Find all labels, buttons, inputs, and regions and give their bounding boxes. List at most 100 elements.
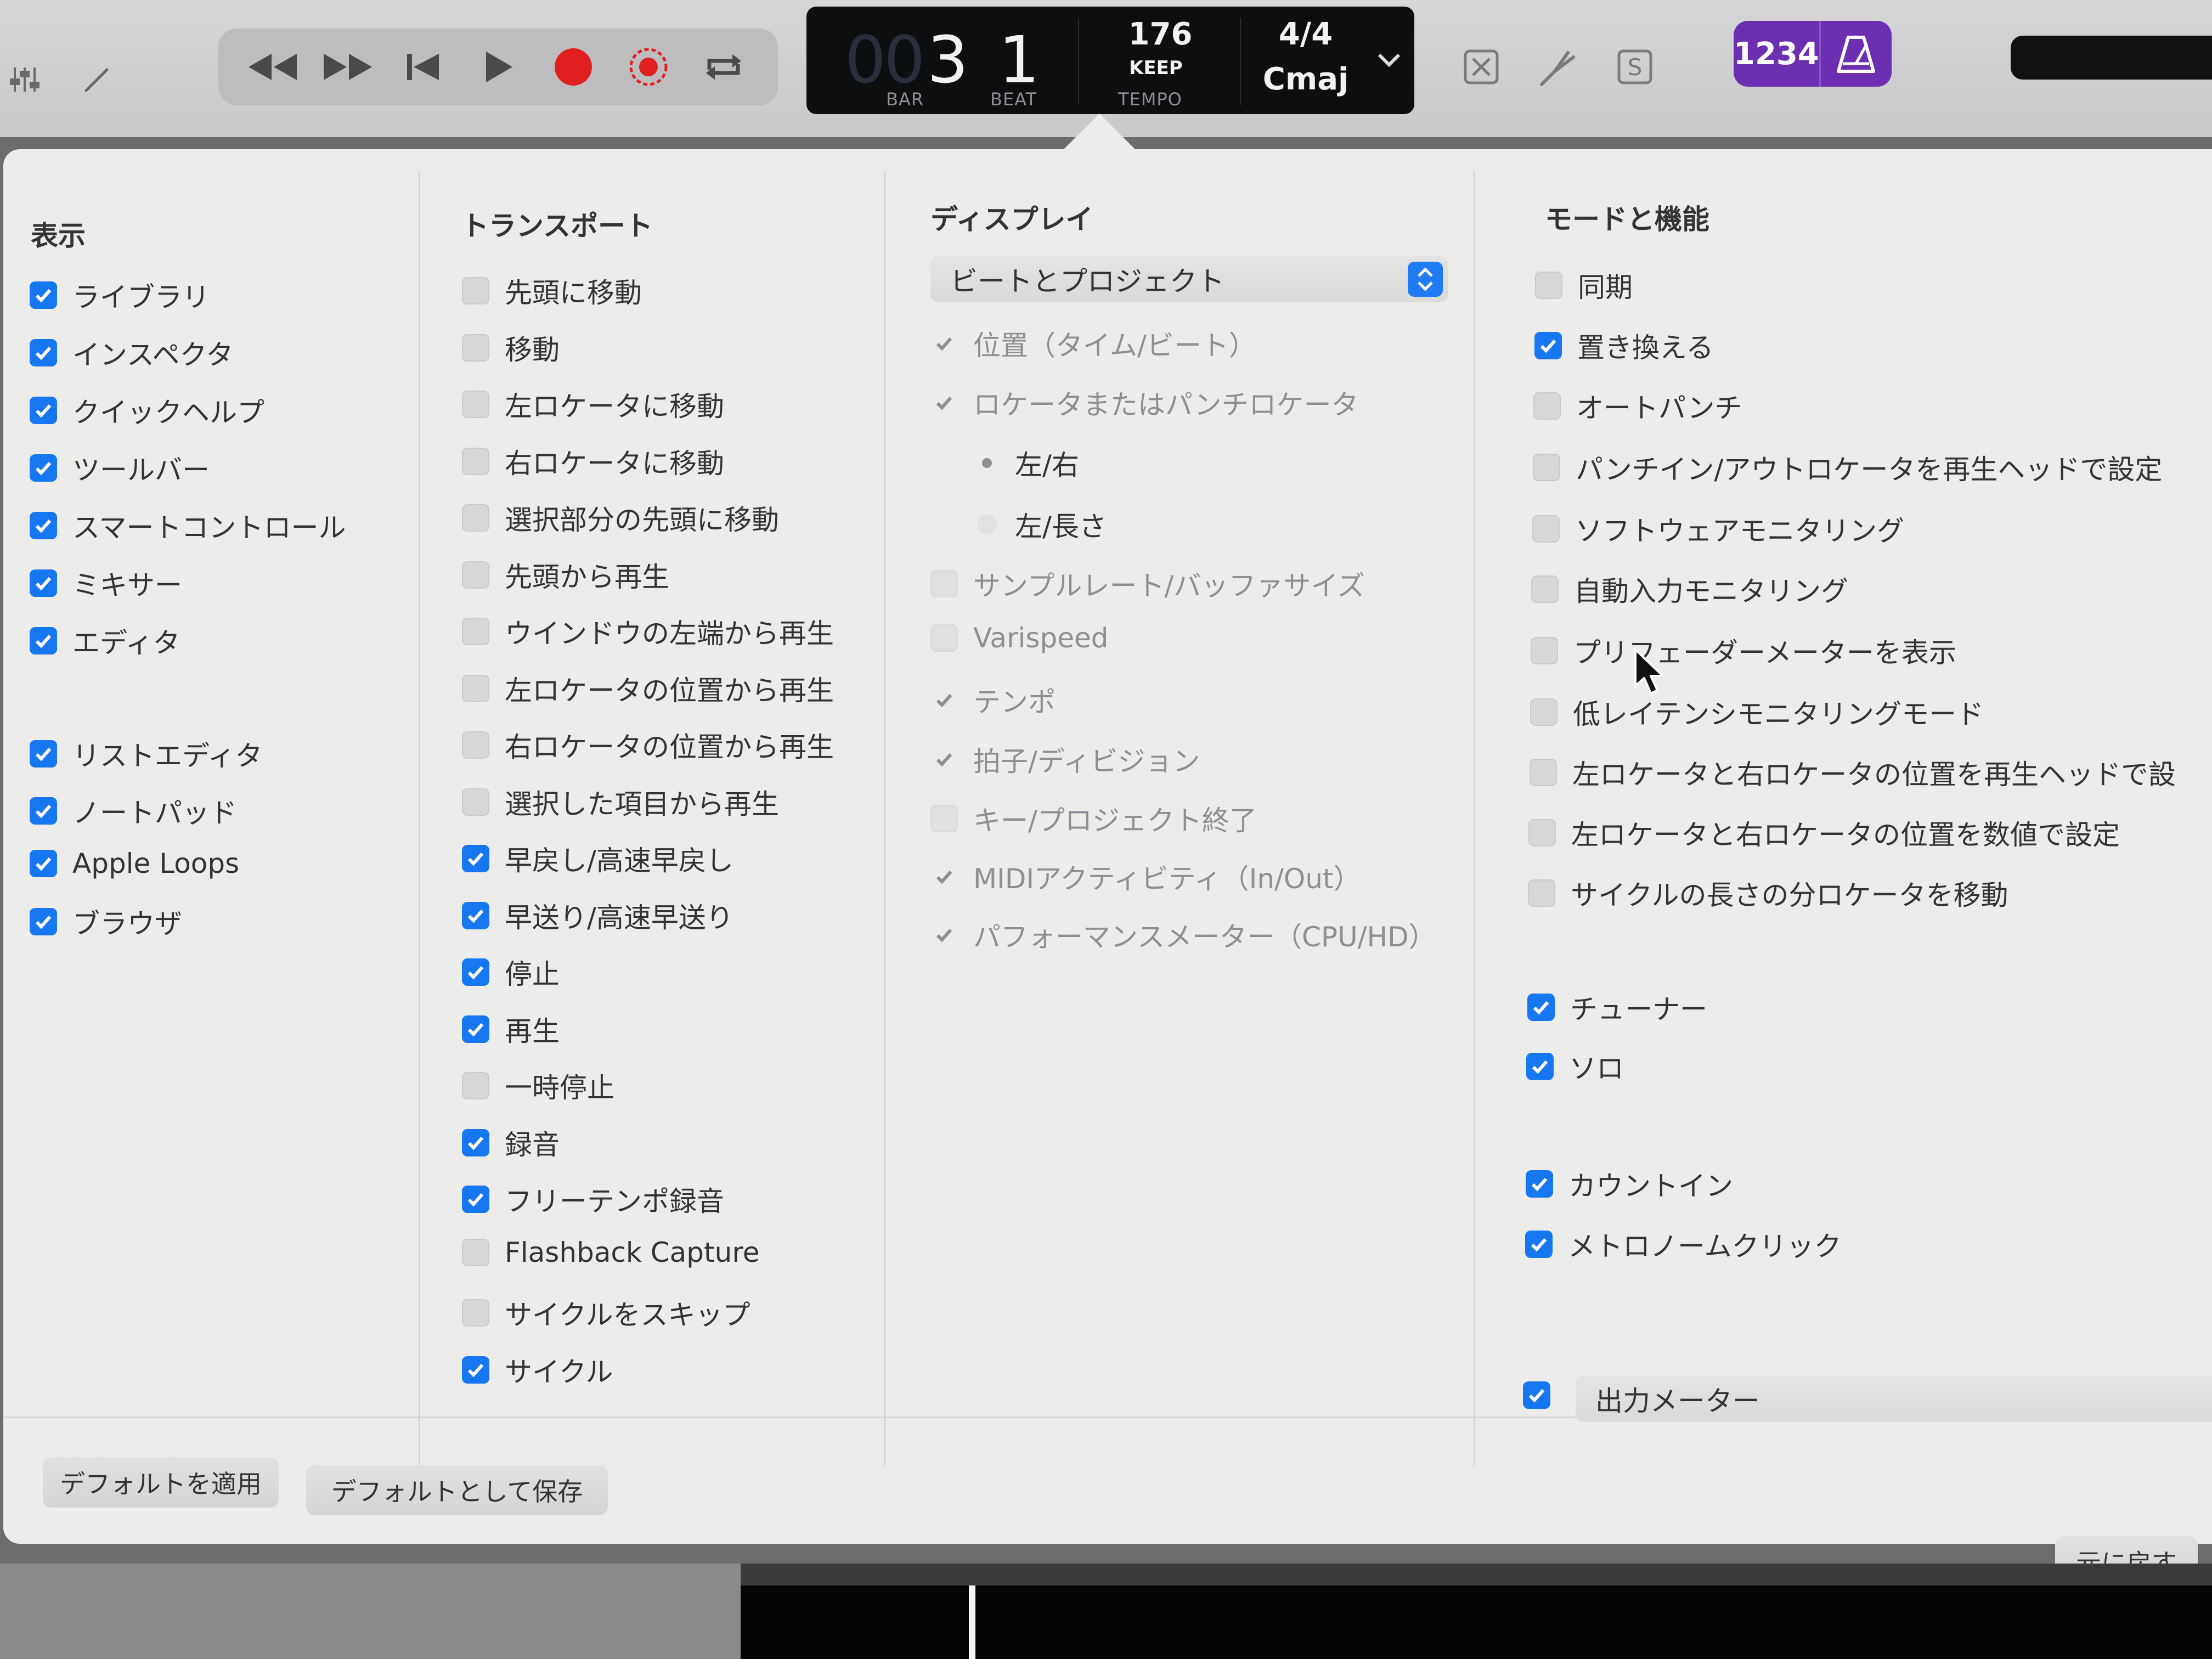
output-meter-option[interactable] xyxy=(1523,1381,1566,1409)
mode-option[interactable]: 同期 xyxy=(1535,266,1633,305)
record-button[interactable] xyxy=(543,37,603,97)
mode-option[interactable]: 低レイテンシモニタリングモード xyxy=(1530,692,1984,732)
checkbox[interactable] xyxy=(1528,819,1556,847)
count-in-button[interactable]: 1234 xyxy=(1734,21,1819,87)
output-meter-checkbox[interactable] xyxy=(1523,1381,1550,1409)
checkbox[interactable] xyxy=(30,512,57,539)
checkbox[interactable] xyxy=(462,1072,489,1099)
metronome-button[interactable] xyxy=(1819,21,1892,87)
checkbox[interactable] xyxy=(30,797,57,825)
checkbox[interactable] xyxy=(462,845,489,872)
checkbox[interactable] xyxy=(1535,272,1562,299)
mode-option[interactable]: パンチイン/アウトロケータを再生ヘッドで設定 xyxy=(1533,448,2162,487)
checkbox[interactable] xyxy=(1534,332,1562,359)
checkbox[interactable] xyxy=(30,397,57,424)
mode-option[interactable]: ソフトウェアモニタリング xyxy=(1532,509,1904,549)
checkbox[interactable] xyxy=(462,448,489,475)
cycle-button[interactable] xyxy=(693,37,754,97)
checkbox[interactable] xyxy=(30,454,57,482)
transport-option[interactable]: Flashback Capture xyxy=(462,1237,760,1268)
pencil-icon[interactable] xyxy=(77,60,115,99)
transport-option[interactable]: 録音 xyxy=(462,1123,560,1163)
display-mode-select[interactable]: ビートとプロジェクト xyxy=(930,256,1448,302)
checkbox[interactable] xyxy=(1526,1053,1554,1080)
checkbox[interactable] xyxy=(30,627,57,654)
checkbox[interactable] xyxy=(1530,698,1558,726)
lcd-display[interactable]: 00 3 1 BAR BEAT 176 KEEP TEMPO 4/4 Cmaj xyxy=(806,7,1414,114)
checkbox[interactable] xyxy=(462,561,489,589)
checkbox[interactable] xyxy=(1531,637,1558,664)
transport-option[interactable]: 右ロケータの位置から再生 xyxy=(462,725,834,765)
checkbox[interactable] xyxy=(30,908,57,935)
mode-option[interactable]: 自動入力モニタリング xyxy=(1531,569,1848,609)
view-option[interactable]: クイックヘルプ xyxy=(30,391,264,430)
chevron-down-icon[interactable] xyxy=(1376,50,1402,72)
checkbox[interactable] xyxy=(462,1356,489,1384)
transport-option[interactable]: ウインドウの左端から再生 xyxy=(462,612,834,651)
mode-option[interactable]: 置き換える xyxy=(1534,326,1714,365)
transport-option[interactable]: 移動 xyxy=(462,328,560,368)
checkbox[interactable] xyxy=(462,1015,489,1043)
checkbox[interactable] xyxy=(462,1186,489,1213)
mixer-sliders-icon[interactable] xyxy=(5,60,44,99)
transport-option[interactable]: 早送り/高速早送り xyxy=(462,896,733,935)
view-option[interactable]: ノートパッド xyxy=(30,791,237,831)
mode-option[interactable]: プリフェーダーメーターを表示 xyxy=(1531,631,1956,670)
transport-option[interactable]: 選択部分の先頭に移動 xyxy=(462,498,779,538)
mode-option[interactable]: ソロ xyxy=(1526,1047,1624,1086)
display-option[interactable]: 左/長さ xyxy=(974,505,1107,544)
transport-option[interactable]: 一時停止 xyxy=(462,1066,614,1105)
checkbox[interactable] xyxy=(1530,759,1557,786)
view-option[interactable]: ミキサー xyxy=(30,563,182,603)
go-to-beginning-button[interactable] xyxy=(393,37,453,97)
replace-mode-button[interactable] xyxy=(1443,37,1520,97)
checkbox[interactable] xyxy=(1532,515,1560,543)
play-button[interactable] xyxy=(468,37,528,97)
apply-default-button[interactable]: デフォルトを適用 xyxy=(43,1457,279,1508)
transport-option[interactable]: サイクルをスキップ xyxy=(462,1293,751,1333)
save-as-default-button[interactable]: デフォルトとして保存 xyxy=(306,1465,608,1515)
checkbox[interactable] xyxy=(462,504,489,532)
tuner-button[interactable] xyxy=(1520,37,1596,97)
fast-forward-button[interactable] xyxy=(318,37,378,97)
mode-option[interactable]: メトロノームクリック xyxy=(1525,1224,1842,1264)
view-option[interactable]: ツールバー xyxy=(30,448,210,488)
checkbox[interactable] xyxy=(30,339,57,366)
view-option[interactable]: ライブラリ xyxy=(30,275,210,315)
mode-option[interactable]: 左ロケータと右ロケータの位置を数値で設定 xyxy=(1528,813,2120,853)
checkbox[interactable] xyxy=(462,788,489,816)
mode-option[interactable]: オートパンチ xyxy=(1533,386,1742,426)
master-volume-slider[interactable] xyxy=(2011,36,2212,80)
transport-option[interactable]: 先頭から再生 xyxy=(462,555,669,595)
checkbox[interactable] xyxy=(462,1239,489,1266)
checkbox[interactable] xyxy=(462,958,489,986)
view-option[interactable]: インスペクタ xyxy=(30,333,234,373)
mode-option[interactable]: 左ロケータと右ロケータの位置を再生ヘッドで設 xyxy=(1530,753,2176,792)
checkbox[interactable] xyxy=(1526,1170,1553,1198)
checkbox[interactable] xyxy=(462,1299,489,1327)
view-option[interactable]: Apple Loops xyxy=(30,848,239,879)
checkbox[interactable] xyxy=(1533,454,1560,481)
transport-option[interactable]: 右ロケータに移動 xyxy=(462,442,724,481)
transport-option[interactable]: 左ロケータの位置から再生 xyxy=(462,669,834,708)
checkbox[interactable] xyxy=(462,675,489,702)
checkbox[interactable] xyxy=(1527,994,1555,1021)
radio-button[interactable] xyxy=(974,450,1000,476)
solo-button[interactable]: S xyxy=(1596,37,1673,97)
checkbox[interactable] xyxy=(462,391,489,418)
transport-option[interactable]: 停止 xyxy=(462,952,560,992)
checkbox[interactable] xyxy=(30,569,57,597)
checkbox[interactable] xyxy=(462,731,489,759)
rewind-button[interactable] xyxy=(242,37,303,97)
checkbox[interactable] xyxy=(30,740,57,768)
checkbox[interactable] xyxy=(462,902,489,929)
transport-option[interactable]: フリーテンポ録音 xyxy=(462,1180,724,1219)
checkbox[interactable] xyxy=(462,334,489,362)
view-option[interactable]: リストエディタ xyxy=(30,734,263,774)
checkbox[interactable] xyxy=(30,850,57,877)
output-meter-select[interactable]: 出力メーター xyxy=(1576,1376,2212,1422)
checkbox[interactable] xyxy=(1528,879,1555,907)
checkbox[interactable] xyxy=(462,1129,489,1156)
view-option[interactable]: エディタ xyxy=(30,621,180,661)
playhead[interactable] xyxy=(969,1585,975,1659)
